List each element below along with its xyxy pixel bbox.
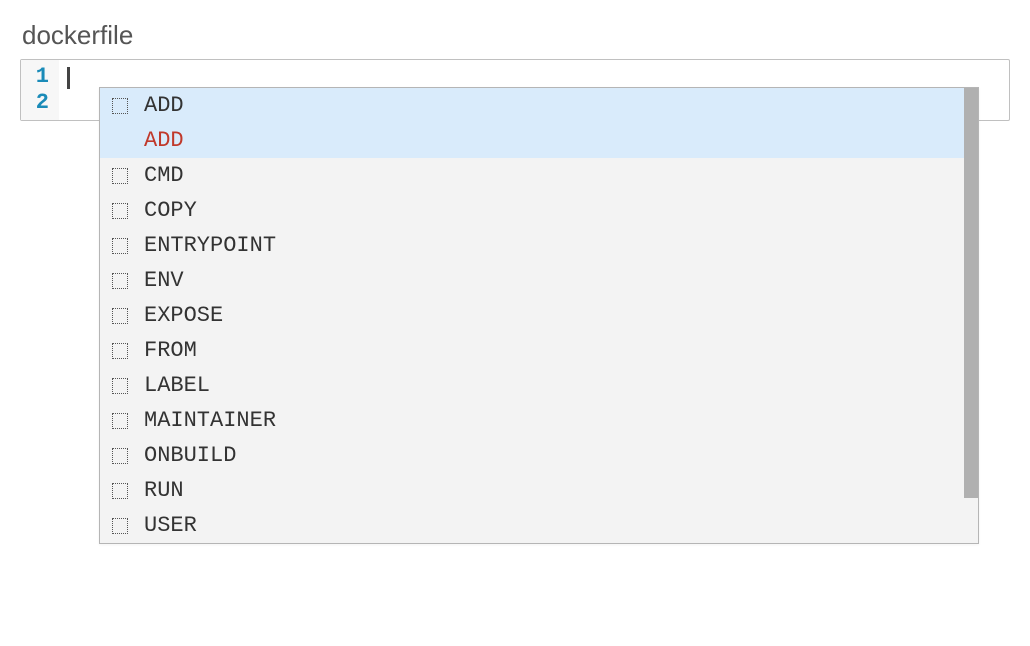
autocomplete-label: ONBUILD bbox=[144, 443, 236, 468]
snippet-icon bbox=[112, 273, 128, 289]
line-number: 1 bbox=[25, 64, 49, 90]
autocomplete-item-env[interactable]: ENV bbox=[100, 263, 978, 298]
snippet-icon bbox=[112, 238, 128, 254]
autocomplete-label: EXPOSE bbox=[144, 303, 223, 328]
text-cursor bbox=[67, 67, 70, 89]
snippet-icon bbox=[112, 98, 128, 114]
snippet-icon bbox=[112, 168, 128, 184]
autocomplete-label: CMD bbox=[144, 163, 184, 188]
autocomplete-item-expose[interactable]: EXPOSE bbox=[100, 298, 978, 333]
autocomplete-item-label[interactable]: LABEL bbox=[100, 368, 978, 403]
snippet-icon bbox=[112, 483, 128, 499]
autocomplete-item-user[interactable]: USER bbox=[100, 508, 978, 543]
line-number: 2 bbox=[25, 90, 49, 116]
snippet-icon bbox=[112, 378, 128, 394]
autocomplete-item-from[interactable]: FROM bbox=[100, 333, 978, 368]
snippet-icon bbox=[112, 413, 128, 429]
autocomplete-item-onbuild[interactable]: ONBUILD bbox=[100, 438, 978, 473]
autocomplete-label: FROM bbox=[144, 338, 197, 363]
autocomplete-label: ENTRYPOINT bbox=[144, 233, 276, 258]
autocomplete-label: ENV bbox=[144, 268, 184, 293]
autocomplete-item-cmd[interactable]: CMD bbox=[100, 158, 978, 193]
autocomplete-label: LABEL bbox=[144, 373, 210, 398]
autocomplete-item-maintainer[interactable]: MAINTAINER bbox=[100, 403, 978, 438]
autocomplete-item-copy[interactable]: COPY bbox=[100, 193, 978, 228]
snippet-icon bbox=[112, 518, 128, 534]
autocomplete-detail: ADD bbox=[100, 123, 978, 158]
line-number-gutter: 1 2 bbox=[21, 60, 59, 120]
autocomplete-label: COPY bbox=[144, 198, 197, 223]
snippet-icon bbox=[112, 448, 128, 464]
autocomplete-label: RUN bbox=[144, 478, 184, 503]
scrollbar[interactable] bbox=[964, 88, 978, 498]
snippet-icon bbox=[112, 203, 128, 219]
autocomplete-label: USER bbox=[144, 513, 197, 538]
snippet-icon bbox=[112, 343, 128, 359]
autocomplete-label: ADD bbox=[144, 93, 184, 118]
snippet-icon bbox=[112, 308, 128, 324]
autocomplete-item-run[interactable]: RUN bbox=[100, 473, 978, 508]
autocomplete-label: MAINTAINER bbox=[144, 408, 276, 433]
autocomplete-item-entrypoint[interactable]: ENTRYPOINT bbox=[100, 228, 978, 263]
filename-label: dockerfile bbox=[22, 20, 1010, 51]
autocomplete-item-add[interactable]: ADD bbox=[100, 88, 978, 123]
editor-container: 1 2 ADD ADD CMD COPY ENTRYPOINT bbox=[20, 59, 1010, 121]
autocomplete-popup[interactable]: ADD ADD CMD COPY ENTRYPOINT ENV EXPOSE F… bbox=[99, 87, 979, 544]
